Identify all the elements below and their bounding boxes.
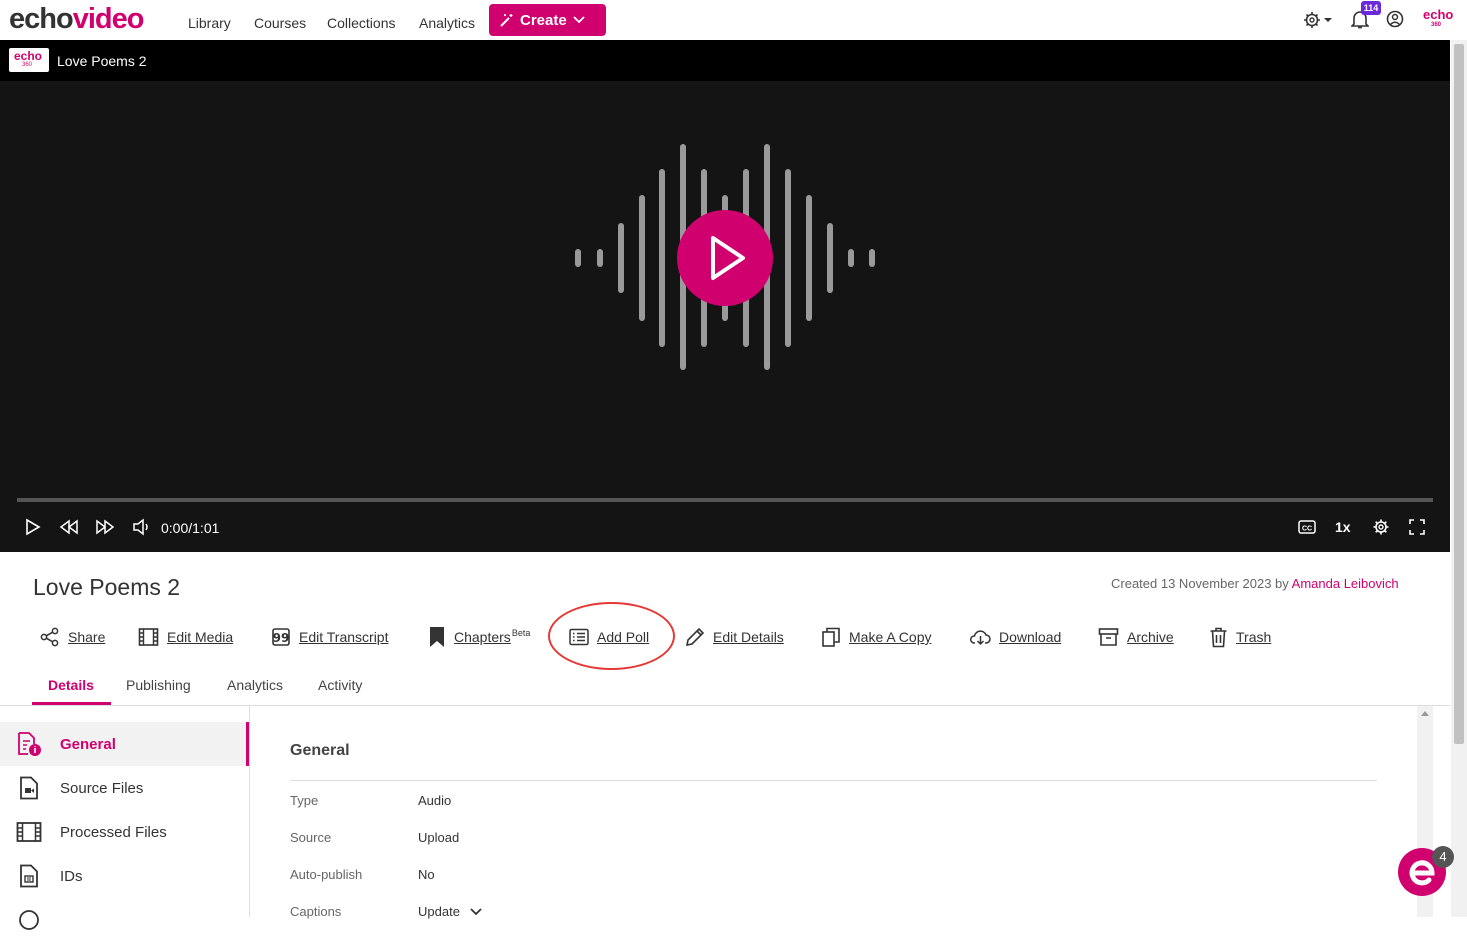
create-button[interactable]: Create: [489, 4, 606, 36]
closed-captions-icon[interactable]: CC: [1297, 518, 1317, 536]
chat-count-badge: 4: [1432, 846, 1454, 868]
chapters-button[interactable]: Chapters Beta: [428, 626, 530, 648]
section-divider: [290, 780, 1377, 781]
side-item-more[interactable]: [0, 898, 249, 942]
progress-bar[interactable]: [17, 498, 1433, 502]
share-icon: [40, 627, 59, 647]
archive-icon: [1098, 628, 1119, 646]
top-navigation: echovideo Library Courses Collections An…: [0, 0, 1467, 40]
media-title: Love Poems 2: [33, 574, 181, 600]
beta-label: Beta: [511, 628, 531, 638]
big-play-button[interactable]: [677, 210, 773, 306]
side-item-general[interactable]: General: [0, 722, 249, 766]
document-info-icon: [18, 732, 41, 756]
fast-forward-icon[interactable]: [95, 518, 115, 536]
auto-publish-label: Auto-publish: [290, 867, 363, 882]
page-scrollbar-thumb[interactable]: [1454, 44, 1464, 744]
play-icon[interactable]: [24, 518, 42, 536]
add-poll-highlight-circle: [548, 602, 675, 670]
source-label: Source: [290, 830, 332, 845]
bookmark-icon: [430, 627, 444, 647]
copy-icon: [822, 627, 840, 647]
settings-icon[interactable]: [1303, 9, 1333, 31]
nav-courses[interactable]: Courses: [254, 15, 306, 31]
page-scrollbar[interactable]: [1451, 40, 1467, 917]
volume-icon[interactable]: [132, 518, 152, 536]
chevron-down-icon: [469, 908, 482, 916]
svg-text:99: 99: [273, 631, 290, 645]
echo360-logo[interactable]: echo 360: [1423, 8, 1453, 31]
id-document-icon: [20, 864, 38, 888]
share-button[interactable]: Share: [40, 626, 105, 648]
tab-activity[interactable]: Activity: [318, 677, 362, 693]
edit-details-button[interactable]: Edit Details: [685, 626, 784, 648]
rewind-icon[interactable]: [59, 518, 79, 536]
film-icon: [138, 628, 159, 646]
film-icon: [16, 822, 42, 842]
edit-transcript-button[interactable]: 99 Edit Transcript: [271, 626, 388, 648]
created-info: Created 13 November 2023 by Amanda Leibo…: [1111, 576, 1399, 591]
playback-speed[interactable]: 1x: [1335, 519, 1351, 535]
type-value: Audio: [418, 793, 452, 808]
side-item-ids[interactable]: IDs: [0, 854, 249, 898]
quote-icon: 99: [272, 628, 290, 646]
general-section-title: General: [290, 742, 350, 759]
detail-tabs: Details Publishing Analytics Activity: [0, 670, 1450, 706]
pencil-icon: [685, 627, 705, 647]
type-label: Type: [290, 793, 319, 808]
video-file-icon: [20, 776, 38, 800]
nav-collections[interactable]: Collections: [327, 15, 395, 31]
user-account-icon[interactable]: [1386, 9, 1404, 29]
active-tab-indicator: [32, 702, 111, 705]
scroll-up-arrow-icon[interactable]: [1417, 706, 1433, 722]
tab-details[interactable]: Details: [48, 677, 94, 693]
author-link[interactable]: Amanda Leibovich: [1292, 576, 1399, 591]
details-side-menu: General Source Files Processed Files IDs: [0, 706, 250, 930]
time-display: 0:00/1:01: [161, 520, 220, 536]
side-item-source-files[interactable]: Source Files: [0, 766, 249, 810]
auto-publish-value: No: [418, 867, 435, 882]
cloud-download-icon: [970, 630, 991, 646]
nav-library[interactable]: Library: [188, 15, 231, 31]
make-copy-button[interactable]: Make A Copy: [821, 626, 932, 648]
echovideo-logo[interactable]: echovideo: [9, 3, 144, 36]
player-settings-icon[interactable]: [1372, 518, 1390, 536]
fullscreen-icon[interactable]: [1408, 518, 1426, 536]
source-value: Upload: [418, 830, 460, 845]
play-icon: [711, 236, 745, 280]
notification-count-badge: 114: [1361, 1, 1381, 15]
edit-media-button[interactable]: Edit Media: [138, 626, 233, 648]
nav-analytics[interactable]: Analytics: [419, 15, 475, 31]
download-button[interactable]: Download: [970, 626, 1061, 648]
chevron-down-icon: [573, 16, 585, 24]
trash-button[interactable]: Trash: [1209, 626, 1271, 648]
clock-icon: [19, 910, 39, 930]
archive-button[interactable]: Archive: [1098, 626, 1174, 648]
side-item-processed-files[interactable]: Processed Files: [0, 810, 249, 854]
svg-text:CC: CC: [1302, 526, 1312, 533]
tab-analytics[interactable]: Analytics: [227, 677, 283, 693]
magic-wand-icon: [500, 14, 513, 27]
tab-publishing[interactable]: Publishing: [126, 677, 191, 693]
trash-icon: [1210, 627, 1227, 647]
media-player: echo 360 Love Poems 2 0:00/1:01 CC 1x: [0, 40, 1450, 552]
